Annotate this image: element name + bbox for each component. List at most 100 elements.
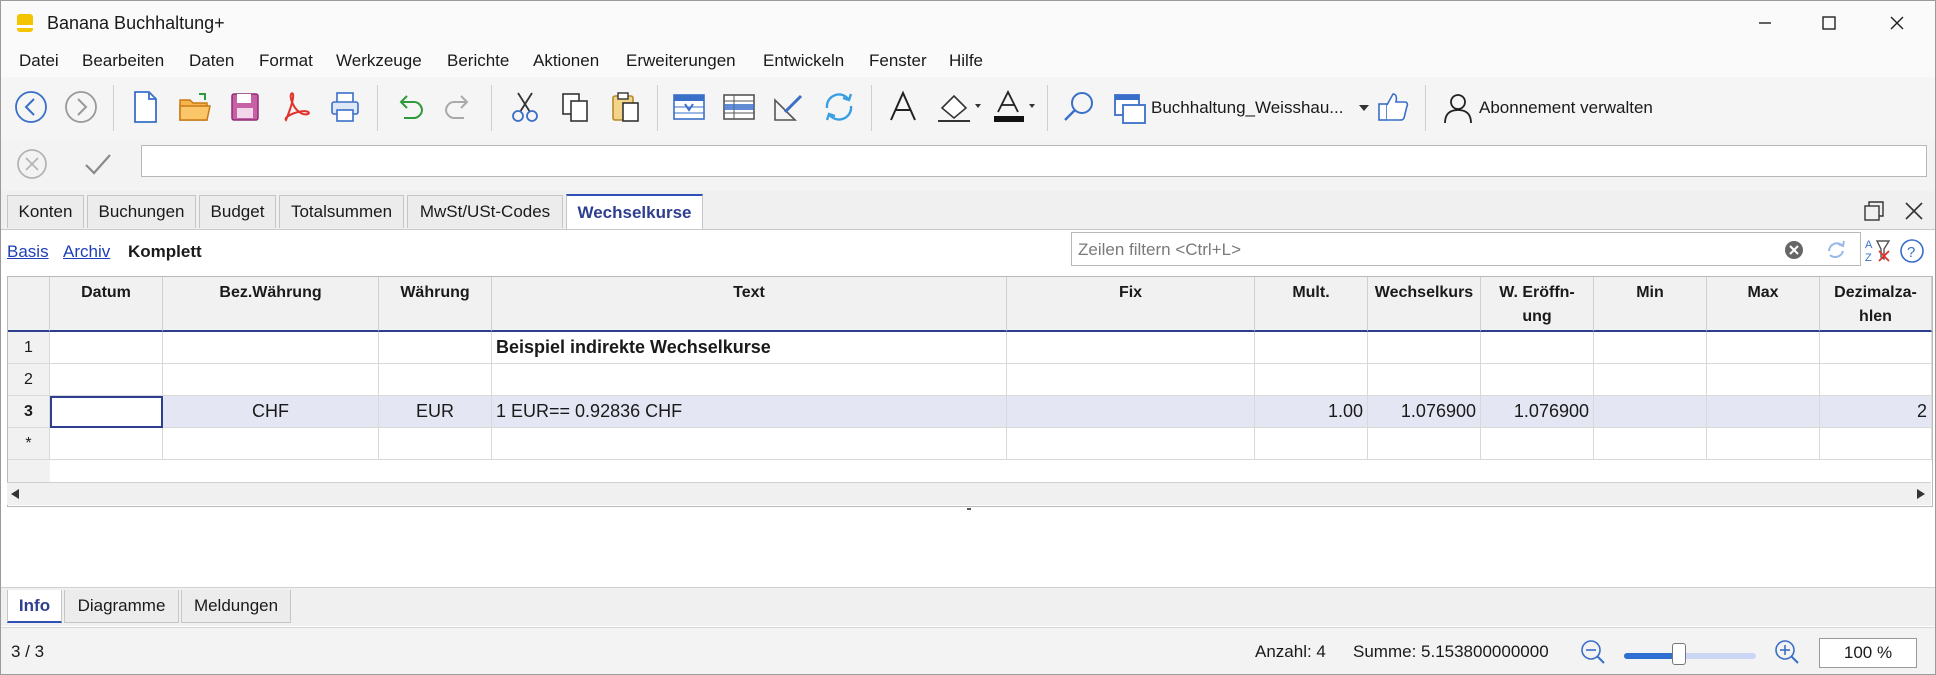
table-cell[interactable]: EUR [379, 396, 492, 428]
column-header-text[interactable]: Text [492, 277, 1007, 332]
view-archiv-link[interactable]: Archiv [63, 242, 110, 262]
selected-cell[interactable] [50, 396, 163, 428]
scroll-right-icon[interactable] [1917, 489, 1925, 499]
restore-window-icon[interactable] [1863, 200, 1885, 222]
column-header-datum[interactable]: Datum [50, 277, 163, 332]
copy-button[interactable] [553, 85, 597, 129]
cut-button[interactable] [503, 85, 547, 129]
table-cell[interactable] [492, 364, 1007, 396]
tab-info[interactable]: Info [7, 590, 62, 623]
maximize-button[interactable] [1795, 1, 1863, 45]
zoom-slider[interactable] [1624, 653, 1756, 659]
close-button[interactable] [1863, 1, 1931, 45]
table-cell[interactable] [1707, 332, 1820, 364]
tab-wechselkurse[interactable]: Wechselkurse [566, 194, 703, 229]
cancel-edit-icon[interactable] [15, 147, 49, 181]
table-cell[interactable] [163, 428, 379, 460]
file-selector[interactable]: Buchhaltung_Weisshau... [1111, 87, 1373, 129]
paste-button[interactable] [603, 85, 647, 129]
save-button[interactable] [223, 85, 267, 129]
tab-mwst-codes[interactable]: MwSt/USt-Codes [407, 195, 563, 228]
recalculate-button[interactable] [817, 85, 861, 129]
table-cell[interactable] [1594, 364, 1707, 396]
row-number[interactable]: 1 [8, 332, 50, 364]
fill-color-button[interactable] [935, 85, 985, 129]
new-row-marker[interactable]: * [8, 428, 50, 460]
table-cell[interactable]: 1 EUR== 0.92836 CHF [492, 396, 1007, 428]
close-tab-icon[interactable] [1903, 200, 1925, 222]
menu-aktionen[interactable]: Aktionen [533, 51, 599, 71]
table-cell[interactable] [163, 332, 379, 364]
table-cell[interactable]: 2 [1820, 396, 1932, 428]
back-button[interactable] [9, 85, 53, 129]
redo-button[interactable] [437, 85, 481, 129]
table-cell[interactable]: 1.076900 [1368, 396, 1481, 428]
subscription-button[interactable]: Abonnement verwalten [1437, 87, 1677, 129]
menu-hilfe[interactable]: Hilfe [949, 51, 983, 71]
table-cell[interactable] [1255, 364, 1368, 396]
table-cell[interactable]: 1.00 [1255, 396, 1368, 428]
table-cell[interactable] [50, 364, 163, 396]
zoom-slider-thumb[interactable] [1672, 643, 1687, 665]
print-button[interactable] [323, 85, 367, 129]
menu-werkzeuge[interactable]: Werkzeuge [336, 51, 422, 71]
menu-datei[interactable]: Datei [19, 51, 59, 71]
menu-format[interactable]: Format [259, 51, 313, 71]
table-cell[interactable] [163, 364, 379, 396]
table-cell[interactable] [1255, 332, 1368, 364]
table-cell[interactable] [1368, 364, 1481, 396]
table-cell[interactable] [1007, 332, 1255, 364]
zoom-level-field[interactable]: 100 % [1819, 638, 1917, 668]
table-cell[interactable] [1820, 364, 1932, 396]
table-cell[interactable]: 1.076900 [1481, 396, 1594, 428]
splitter-handle[interactable] [967, 508, 971, 510]
column-header-w-eroeffnung[interactable]: W. Eröffn- ung [1481, 277, 1594, 332]
menu-berichte[interactable]: Berichte [447, 51, 509, 71]
table-cell[interactable] [1594, 428, 1707, 460]
column-header-dezimalzahlen[interactable]: Dezimalza- hlen [1820, 277, 1932, 332]
table-cell[interactable] [1481, 364, 1594, 396]
row-number[interactable]: 3 [8, 396, 50, 428]
sort-filter-icon[interactable]: AZ [1863, 237, 1891, 263]
cell-edit-input[interactable] [141, 145, 1927, 177]
menu-bearbeiten[interactable]: Bearbeiten [82, 51, 164, 71]
table-cell[interactable] [492, 428, 1007, 460]
table-cell[interactable] [1007, 396, 1255, 428]
menu-fenster[interactable]: Fenster [869, 51, 927, 71]
zoom-out-icon[interactable] [1579, 638, 1607, 666]
new-file-button[interactable] [123, 85, 167, 129]
table-cell[interactable] [379, 428, 492, 460]
table-cell[interactable] [50, 428, 163, 460]
table-cell[interactable] [50, 332, 163, 364]
column-header-mult[interactable]: Mult. [1255, 277, 1368, 332]
column-header-min[interactable]: Min [1594, 277, 1707, 332]
clear-filter-icon[interactable] [1784, 240, 1804, 260]
menu-entwickeln[interactable]: Entwickeln [763, 51, 844, 71]
forward-button[interactable] [59, 85, 103, 129]
column-header-waehrung[interactable]: Währung [379, 277, 492, 332]
confirm-edit-icon[interactable] [81, 147, 115, 181]
zoom-in-icon[interactable] [1773, 638, 1801, 666]
table-cell[interactable] [1368, 428, 1481, 460]
insert-rows-button[interactable] [667, 85, 711, 129]
tab-diagramme[interactable]: Diagramme [64, 590, 179, 623]
view-basis-link[interactable]: Basis [7, 242, 49, 262]
font-button[interactable] [881, 85, 925, 129]
table-cell[interactable] [379, 332, 492, 364]
open-file-button[interactable] [173, 85, 217, 129]
table-cell[interactable] [1594, 332, 1707, 364]
column-header-fix[interactable]: Fix [1007, 277, 1255, 332]
edit-row-button[interactable] [767, 85, 811, 129]
table-cell[interactable] [379, 364, 492, 396]
table-cell[interactable] [1481, 428, 1594, 460]
menu-erweiterungen[interactable]: Erweiterungen [626, 51, 736, 71]
horizontal-scrollbar[interactable] [7, 482, 1931, 505]
pdf-button[interactable] [273, 85, 317, 129]
undo-button[interactable] [387, 85, 431, 129]
tab-konten[interactable]: Konten [7, 195, 84, 228]
table-cell[interactable] [1368, 332, 1481, 364]
table-cell[interactable] [1707, 428, 1820, 460]
row-number[interactable]: 2 [8, 364, 50, 396]
menu-daten[interactable]: Daten [189, 51, 234, 71]
table-cell[interactable] [1007, 364, 1255, 396]
